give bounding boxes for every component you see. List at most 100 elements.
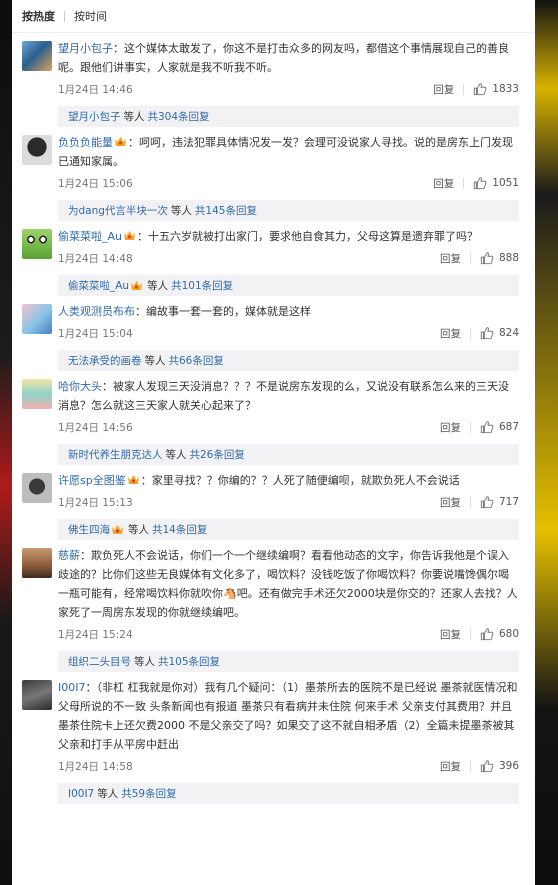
avatar[interactable]: [22, 41, 52, 71]
meta-divider: [463, 177, 465, 189]
like-button[interactable]: 1833: [473, 82, 519, 96]
sub-reply-count-link[interactable]: 共66条回复: [169, 353, 224, 368]
comment-time: 1月24日 15:04: [58, 327, 133, 340]
like-button[interactable]: 687: [480, 420, 519, 434]
like-count: 888: [498, 252, 519, 264]
meta-divider: [469, 496, 471, 508]
like-count: 1051: [492, 177, 519, 189]
avatar[interactable]: [22, 379, 52, 409]
comment-content: ：欺负死人不会说话，你们一个一个继续编啊？看看他动态的文字，你告诉我他是个误入歧…: [58, 549, 518, 619]
sub-replies-bar[interactable]: 佛生四海 等人 共14条回复: [58, 519, 519, 540]
comment-item: 许愿sp全图鉴 ：家里寻找？？你编的？？人死了随便编呗，就欺负死人不会说话 1月24…: [12, 465, 535, 540]
thumbs-up-icon: [480, 628, 494, 641]
comment-meta: 1月24日 15:24 回复 680: [58, 624, 519, 644]
avatar[interactable]: [22, 473, 52, 503]
sub-reply-text: 等人: [134, 656, 155, 668]
like-button[interactable]: 680: [480, 627, 519, 641]
reply-button[interactable]: 回复: [440, 627, 461, 642]
comment-text: 负负负能量 ：呵呵，违法犯罪具体情况发一发？会理可没说家人寻找。说的是房东上门发现…: [58, 133, 519, 171]
sub-reply-username[interactable]: 为dang代言半块一次: [68, 203, 168, 218]
avatar[interactable]: [22, 229, 52, 259]
like-button[interactable]: 717: [480, 495, 519, 509]
sort-by-time-tab[interactable]: 按时间: [74, 8, 107, 24]
comment-time: 1月24日 15:13: [58, 496, 133, 509]
sub-reply-username[interactable]: 佛生四海: [68, 522, 110, 537]
like-count: 717: [498, 496, 519, 508]
comment-content: ：家里寻找？？你编的？？人死了随便编呗，就欺负死人不会说话: [140, 474, 460, 487]
sub-reply-username[interactable]: 组织二头目号: [68, 654, 131, 669]
comment-time: 1月24日 15:24: [58, 628, 133, 641]
sub-replies-bar[interactable]: 无法承受的画卷 等人 共66条回复: [58, 350, 519, 371]
sub-replies-bar[interactable]: 偷菜菜啦_Au 等人 共101条回复: [58, 275, 519, 296]
sub-reply-text: 等人: [144, 355, 166, 367]
reply-button[interactable]: 回复: [440, 420, 461, 435]
sub-reply-count-link[interactable]: 共105条回复: [158, 654, 220, 669]
comment-username[interactable]: 许愿sp全图鉴: [58, 474, 126, 487]
comment-item: 负负负能量 ：呵呵，违法犯罪具体情况发一发？会理可没说家人寻找。说的是房东上门发现…: [12, 127, 535, 221]
reply-button[interactable]: 回复: [433, 82, 454, 97]
comment-username[interactable]: I00I7: [58, 681, 85, 694]
comment-item: 慈薪：欺负死人不会说话，你们一个一个继续编啊？看看他动态的文字，你告诉我他是个误…: [12, 540, 535, 672]
sort-by-hot-tab[interactable]: 按热度: [22, 8, 55, 24]
sub-reply-count-link[interactable]: 共26条回复: [190, 447, 245, 462]
sub-replies-bar[interactable]: I00I7 等人 共59条回复: [58, 783, 519, 804]
avatar[interactable]: [22, 135, 52, 165]
sub-reply-username[interactable]: 望月小包子: [68, 109, 121, 124]
reply-button[interactable]: 回复: [440, 759, 461, 774]
sub-reply-username[interactable]: I00I7: [68, 788, 94, 800]
sub-replies-bar[interactable]: 新时代养生朋克达人 等人 共26条回复: [58, 444, 519, 465]
sub-replies-bar[interactable]: 组织二头目号 等人 共105条回复: [58, 651, 519, 672]
like-button[interactable]: 824: [480, 326, 519, 340]
like-count: 680: [498, 628, 519, 640]
sub-reply-count-link[interactable]: 共14条回复: [152, 522, 207, 537]
sub-reply-count-link[interactable]: 共145条回复: [195, 203, 257, 218]
comment-username[interactable]: 哈你大头: [58, 380, 102, 393]
meta-divider: [463, 83, 465, 95]
comment-time: 1月24日 14:48: [58, 252, 133, 265]
avatar[interactable]: [22, 548, 52, 578]
reply-button[interactable]: 回复: [440, 326, 461, 341]
comment-username[interactable]: 慈薪: [58, 549, 80, 562]
reply-button[interactable]: 回复: [433, 176, 454, 191]
sub-reply-count-link[interactable]: 共59条回复: [121, 786, 176, 801]
vip-badge-icon: [115, 137, 126, 146]
sub-reply-username[interactable]: 新时代养生朋克达人: [68, 447, 163, 462]
comment-content: ：（非杠 杠我就是你对）我有几个疑问：（1）墨茶所去的医院不是已经说 墨茶就医情…: [58, 681, 518, 751]
sub-reply-count-link[interactable]: 共101条回复: [171, 278, 233, 293]
sort-bar: 按热度 按时间: [12, 0, 535, 33]
reply-button[interactable]: 回复: [440, 495, 461, 510]
comment-time: 1月24日 14:56: [58, 421, 133, 434]
meta-divider: [469, 760, 471, 772]
sub-reply-username[interactable]: 偷菜菜啦_Au: [68, 278, 129, 293]
thumbs-up-icon: [480, 496, 494, 509]
meta-divider: [469, 327, 471, 339]
comment-list: 望月小包子：这个媒体太敢发了，你这不是打击众多的网友吗，都借这个事情展现自己的善…: [12, 33, 535, 804]
comment-text: 望月小包子：这个媒体太敢发了，你这不是打击众多的网友吗，都借这个事情展现自己的善…: [58, 39, 519, 77]
comment-username[interactable]: 负负负能量: [58, 136, 113, 149]
avatar[interactable]: [22, 680, 52, 710]
comment-username[interactable]: 偷菜菜啦_Au: [58, 230, 122, 243]
comment-meta: 1月24日 15:06 回复 1051: [58, 173, 519, 193]
sub-replies-bar[interactable]: 望月小包子 等人 共304条回复: [58, 106, 519, 127]
reply-button[interactable]: 回复: [440, 251, 461, 266]
meta-divider: [469, 252, 471, 264]
sub-reply-text: 等人: [170, 205, 192, 217]
like-button[interactable]: 888: [480, 251, 519, 265]
sub-replies-bar[interactable]: 为dang代言半块一次 等人 共145条回复: [58, 200, 519, 221]
comment-username[interactable]: 望月小包子: [58, 42, 113, 55]
sub-reply-username[interactable]: 无法承受的画卷: [68, 353, 142, 368]
comment-meta: 1月24日 14:46 回复 1833: [58, 79, 519, 99]
avatar[interactable]: [22, 304, 52, 334]
comment-content: ：十五六岁就被打出家门，要求他自食其力，父母这算是遗弃罪了吗？: [137, 230, 478, 243]
thumbs-up-icon: [480, 421, 494, 434]
vip-badge-icon: [131, 281, 143, 290]
thumbs-up-icon: [480, 760, 494, 773]
like-button[interactable]: 396: [480, 759, 519, 773]
like-button[interactable]: 1051: [473, 176, 519, 190]
sub-reply-text: 等人: [97, 788, 119, 800]
like-count: 1833: [492, 83, 519, 95]
sub-reply-count-link[interactable]: 共304条回复: [148, 109, 210, 124]
comment-text: 慈薪：欺负死人不会说话，你们一个一个继续编啊？看看他动态的文字，你告诉我他是个误…: [58, 546, 519, 622]
comment-panel: 按热度 按时间 望月小包子：这个媒体太敢发了，你这不是打击众多的网友吗，都借这个…: [12, 0, 535, 885]
comment-username[interactable]: 人类观测员布布: [58, 305, 135, 318]
